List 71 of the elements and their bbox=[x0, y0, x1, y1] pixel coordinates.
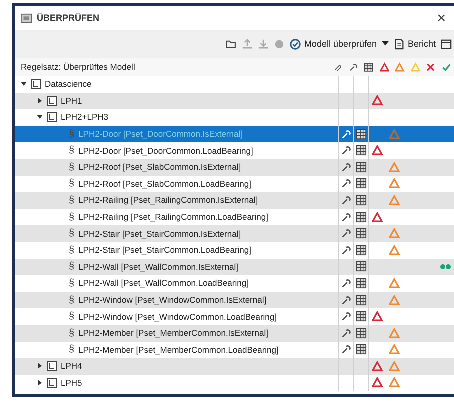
rule-icon: § bbox=[69, 328, 75, 339]
check-circle-icon bbox=[290, 38, 302, 50]
tree-row[interactable]: LPH4 bbox=[15, 358, 454, 375]
expander-icon[interactable] bbox=[21, 81, 27, 88]
rule-icon: § bbox=[69, 344, 75, 356]
expander-icon[interactable] bbox=[37, 380, 43, 386]
column-header: Regelsatz: Überprüftes Modell bbox=[20, 62, 136, 72]
check-model-button[interactable]: Modell überprüfen bbox=[290, 38, 377, 50]
document-icon bbox=[394, 38, 405, 50]
tree-row[interactable]: § LPH2-Window [Pset_WindowCommon.IsExternal] bbox=[15, 292, 454, 308]
rule-icon: § bbox=[69, 212, 75, 223]
caret-icon[interactable] bbox=[382, 41, 389, 47]
tree-item-label: LPH2-Wall [Pset_WallCommon.LoadBearing] bbox=[78, 278, 249, 288]
expander-icon[interactable] bbox=[37, 98, 43, 104]
tree-item-label: LPH2-Door [Pset_DoorCommon.LoadBearing] bbox=[78, 146, 254, 156]
window-icon bbox=[21, 12, 32, 24]
tree-row[interactable]: LPH1 bbox=[15, 92, 454, 110]
tree-item-label: LPH2-Railing [Pset_RailingCommon.LoadBearing] bbox=[78, 212, 268, 222]
checkmark-icon[interactable] bbox=[442, 62, 451, 72]
tree-row[interactable]: § LPH2-Member [Pset_MemberCommon.LoadBearing] bbox=[15, 342, 454, 358]
tree-row[interactable]: § LPH2-Stair [Pset_StairCommon.IsExternal] bbox=[15, 225, 454, 242]
folder-box-icon bbox=[31, 79, 41, 90]
tree-item-label: LPH4 bbox=[61, 361, 82, 372]
tree-item-label: LPH2-Member [Pset_MemberCommon.IsExternal] bbox=[78, 328, 268, 338]
rule-icon: § bbox=[69, 294, 75, 306]
window-title: ÜBERPRÜFEN bbox=[37, 13, 101, 23]
tree-item-label: LPH2-Window [Pset_WindowCommon.LoadBearing] bbox=[78, 312, 277, 322]
report-button[interactable]: Bericht bbox=[394, 38, 436, 50]
tree-item-label: LPH2-Stair [Pset_StairCommon.IsExternal] bbox=[78, 228, 242, 239]
folder-box-icon bbox=[47, 112, 57, 122]
tree-item-label: Datascience bbox=[45, 79, 92, 90]
tree-item-label: LPH2-Railing [Pset_RailingCommon.IsExternal] bbox=[78, 195, 258, 206]
critical-warning-icon[interactable] bbox=[380, 62, 389, 72]
tree-item-label: LPH2-Wall [Pset_WallCommon.IsExternal] bbox=[78, 262, 239, 272]
rule-icon: § bbox=[69, 194, 75, 206]
rule-icon: § bbox=[69, 261, 75, 272]
tree-item-label: LPH2-Door [Pset_DoorCommon.IsExternal] bbox=[78, 129, 243, 140]
rule-icon: § bbox=[69, 178, 75, 190]
window-layout-icon[interactable] bbox=[441, 38, 452, 50]
folder-icon[interactable] bbox=[226, 38, 238, 50]
wrench-icon[interactable] bbox=[348, 62, 358, 72]
close-button[interactable]: × bbox=[435, 10, 448, 26]
tree-row[interactable]: § LPH2-Railing [Pset_RailingCommon.LoadBearing] bbox=[15, 208, 454, 226]
tree-row[interactable]: LPH5 bbox=[15, 374, 454, 392]
rule-icon: § bbox=[69, 244, 75, 256]
rule-icon: § bbox=[69, 311, 75, 322]
tree-item-label: LPH2-Stair [Pset_StairCommon.LoadBearing] bbox=[78, 245, 252, 256]
expander-icon[interactable] bbox=[37, 114, 43, 120]
folder-box-icon bbox=[47, 361, 57, 372]
tree-item-label: LPH2+LPH3 bbox=[61, 112, 108, 122]
tree-item-label: LPH2-Roof [Pset_SlabCommon.LoadBearing] bbox=[78, 178, 252, 189]
rule-icon: § bbox=[69, 278, 75, 289]
tree-row[interactable]: § LPH2-Railing [Pset_RailingCommon.IsExternal] bbox=[15, 192, 454, 209]
tree-row[interactable]: § LPH2-Member [Pset_MemberCommon.IsExternal] bbox=[15, 324, 454, 342]
tree-item-label: LPH2-Roof [Pset_SlabCommon.IsExternal] bbox=[78, 162, 242, 172]
rule-icon: § bbox=[69, 128, 75, 140]
tree-item-label: LPH1 bbox=[61, 96, 82, 106]
folder-box-icon bbox=[47, 96, 57, 106]
folder-box-icon bbox=[47, 378, 57, 388]
rule-icon: § bbox=[69, 228, 75, 240]
tree-row[interactable]: § LPH2-Wall [Pset_WallCommon.IsExternal] bbox=[15, 258, 454, 276]
rule-icon: § bbox=[69, 162, 75, 173]
table-icon[interactable] bbox=[364, 62, 374, 72]
rule-icon: § bbox=[69, 145, 75, 156]
expander-icon[interactable] bbox=[37, 363, 43, 370]
tree-item-label: LPH2-Window [Pset_WindowCommon.IsExternal] bbox=[78, 295, 267, 306]
tree-row[interactable]: § LPH2-Roof [Pset_SlabCommon.LoadBearing] bbox=[15, 176, 454, 192]
tree-item-label: LPH2-Member [Pset_MemberCommon.LoadBearing] bbox=[78, 344, 279, 355]
tree-row[interactable]: § LPH2-Roof [Pset_SlabCommon.IsExternal] bbox=[15, 158, 454, 176]
tree-item-label: LPH5 bbox=[61, 378, 82, 388]
cross-icon[interactable] bbox=[426, 62, 436, 72]
